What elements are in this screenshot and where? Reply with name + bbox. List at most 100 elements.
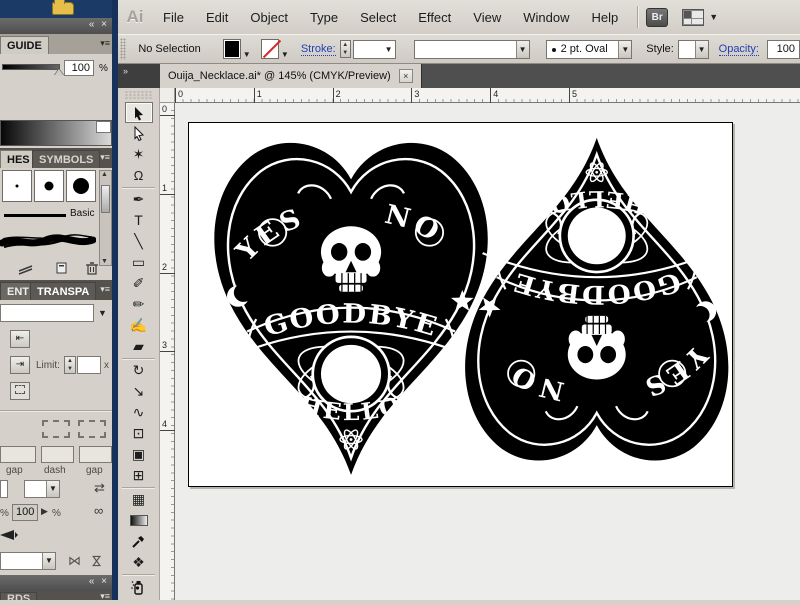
profile-preview-icon[interactable] (0, 528, 18, 542)
panel-menu-icon[interactable]: ▾≡ (100, 152, 110, 163)
tab-artboards-partial[interactable]: RDS (0, 592, 37, 600)
canvas-area[interactable]: 012345 01234 (160, 88, 800, 600)
menu-file[interactable]: File (152, 6, 195, 29)
planchette-right[interactable] (465, 138, 728, 461)
brush-dot-small[interactable] (2, 170, 32, 202)
gradient-end-chip[interactable] (96, 121, 111, 133)
close-panel-icon[interactable]: × (101, 576, 109, 587)
menu-select[interactable]: Select (349, 6, 407, 29)
brush-dot-medium[interactable] (34, 170, 64, 202)
menu-view[interactable]: View (462, 6, 512, 29)
dashed-line-icon[interactable] (42, 420, 70, 438)
swap-arrows-icon[interactable]: ⇄ (94, 480, 105, 496)
stroke-weight-dropdown[interactable]: ▼ (353, 40, 396, 59)
menu-edit[interactable]: Edit (195, 6, 239, 29)
panel-menu-icon[interactable]: ▾≡ (100, 284, 110, 295)
menu-window[interactable]: Window (512, 6, 580, 29)
tab-guide[interactable]: GUIDE (0, 36, 49, 54)
gap-field-1[interactable] (41, 446, 74, 463)
stroke-weight-stepper[interactable]: ▲▼ (340, 40, 351, 58)
eraser-tool-icon[interactable]: ▰ (125, 336, 153, 357)
opacity-field[interactable]: 100 (767, 40, 800, 59)
collapse-panel-icon[interactable]: « (89, 576, 97, 587)
panel-menu-icon[interactable]: ▾≡ (100, 38, 110, 49)
brush-stroke-options-icon[interactable] (18, 263, 34, 275)
workspace-switcher-icon[interactable] (682, 9, 704, 26)
width-profile-dropdown[interactable]: ▼ (0, 552, 56, 570)
planchette-left[interactable] (214, 143, 487, 475)
bridge-button[interactable]: Br (646, 8, 668, 27)
brushes-scrollbar[interactable]: ▲ ▼ (99, 170, 112, 266)
free-transform-tool-icon[interactable]: ⊡ (125, 423, 153, 444)
style-dropdown[interactable]: ▼ (678, 40, 709, 59)
paintbrush-tool-icon[interactable]: ✐ (125, 273, 153, 294)
symbol-sprayer-tool-icon[interactable] (125, 576, 153, 597)
corner-button[interactable] (10, 382, 30, 400)
brush-basic-row[interactable]: Basic (0, 206, 96, 228)
link-icon[interactable]: ∞ (94, 503, 103, 518)
cap-button[interactable]: ⇤ (10, 330, 30, 348)
flip-vertical-icon[interactable]: ⋈ (89, 555, 105, 568)
menu-help[interactable]: Help (580, 6, 629, 29)
tools-panel-grip[interactable] (124, 90, 153, 100)
horizontal-ruler[interactable]: 012345 (160, 88, 800, 103)
scale-tool-icon[interactable]: ↘ (125, 381, 153, 402)
document-close-icon[interactable]: × (399, 69, 413, 83)
close-panel-icon[interactable]: × (101, 19, 109, 30)
scroll-up-icon[interactable]: ▲ (101, 171, 108, 178)
opacity-link-label[interactable]: Opacity: (719, 43, 759, 56)
mesh-tool-icon[interactable]: ▦ (125, 489, 153, 510)
brush-dot-large[interactable] (66, 170, 96, 202)
gradient-tool-icon[interactable] (125, 510, 153, 531)
blob-brush-tool-icon[interactable]: ✍ (125, 315, 153, 336)
stroke-weight-dropdown[interactable] (0, 304, 94, 322)
eyedropper-tool-icon[interactable] (125, 531, 153, 552)
tab-symbols[interactable]: SYMBOLS (32, 150, 100, 168)
trash-icon[interactable] (86, 262, 98, 275)
dash-field-1[interactable] (0, 446, 36, 463)
dropdown-caret-icon[interactable]: ▼ (98, 308, 107, 318)
stroke-caret-icon[interactable]: ▼ (281, 50, 289, 59)
selection-tool-icon[interactable] (125, 102, 153, 123)
type-tool-icon[interactable]: T (125, 210, 153, 231)
charcoal-brush-stroke[interactable] (0, 228, 96, 258)
perspective-grid-tool-icon[interactable]: ⊞ (125, 465, 153, 486)
artboard[interactable]: YES NO GOODBYE HELLO (188, 122, 733, 487)
width-tool-icon[interactable]: ∿ (125, 402, 153, 423)
menu-object[interactable]: Object (239, 6, 299, 29)
flip-horizontal-icon[interactable]: ⋈ (68, 553, 81, 569)
rectangle-tool-icon[interactable]: ▭ (125, 252, 153, 273)
shape-builder-tool-icon[interactable]: ▣ (125, 444, 153, 465)
rotate-tool-icon[interactable]: ↻ (125, 360, 153, 381)
dash-field-2[interactable] (79, 446, 112, 463)
panel-menu-icon[interactable]: ▾≡ (100, 591, 110, 602)
stroke-link-label[interactable]: Stroke: (301, 43, 336, 56)
blend-tool-icon[interactable]: ❖ (125, 552, 153, 573)
magic-wand-tool-icon[interactable]: ✶ (125, 144, 153, 165)
arrow-mid-dropdown[interactable]: ▼ (24, 480, 60, 498)
vertical-ruler[interactable]: 01234 (160, 103, 175, 600)
opacity-value-field[interactable]: 100 (64, 60, 94, 76)
opacity-slider-thumb[interactable] (54, 69, 64, 76)
opacity-slider-track[interactable] (2, 64, 60, 70)
join-button[interactable]: ⇥ (10, 356, 30, 374)
fill-color-swatch[interactable] (223, 39, 241, 59)
new-brush-icon[interactable] (56, 262, 68, 274)
menu-type[interactable]: Type (299, 6, 349, 29)
scroll-thumb[interactable] (101, 185, 110, 213)
stroke-color-swatch-none[interactable] (261, 39, 279, 59)
menu-effect[interactable]: Effect (407, 6, 462, 29)
direct-selection-tool-icon[interactable] (125, 123, 153, 144)
lasso-tool-icon[interactable]: Ω (125, 165, 153, 186)
fill-caret-icon[interactable]: ▼ (243, 50, 251, 59)
variable-width-profile-dropdown[interactable]: 2 pt. Oval ▼ (546, 40, 633, 59)
arrow-start-dropdown-partial[interactable] (0, 480, 8, 498)
scale-caret-icon[interactable]: ▶ (41, 506, 48, 517)
collapse-panel-icon[interactable]: « (89, 19, 97, 30)
brush-definition-dropdown[interactable]: ▼ (414, 40, 529, 59)
tools-panel-collapse-icon[interactable]: » (118, 64, 160, 88)
limit-stepper[interactable]: ▲▼ (64, 356, 76, 374)
ruler-origin-corner[interactable] (160, 88, 175, 103)
dashed-gap-icon[interactable] (78, 420, 106, 438)
document-tab[interactable]: Ouija_Necklace.ai* @ 145% (CMYK/Preview)… (160, 64, 422, 88)
